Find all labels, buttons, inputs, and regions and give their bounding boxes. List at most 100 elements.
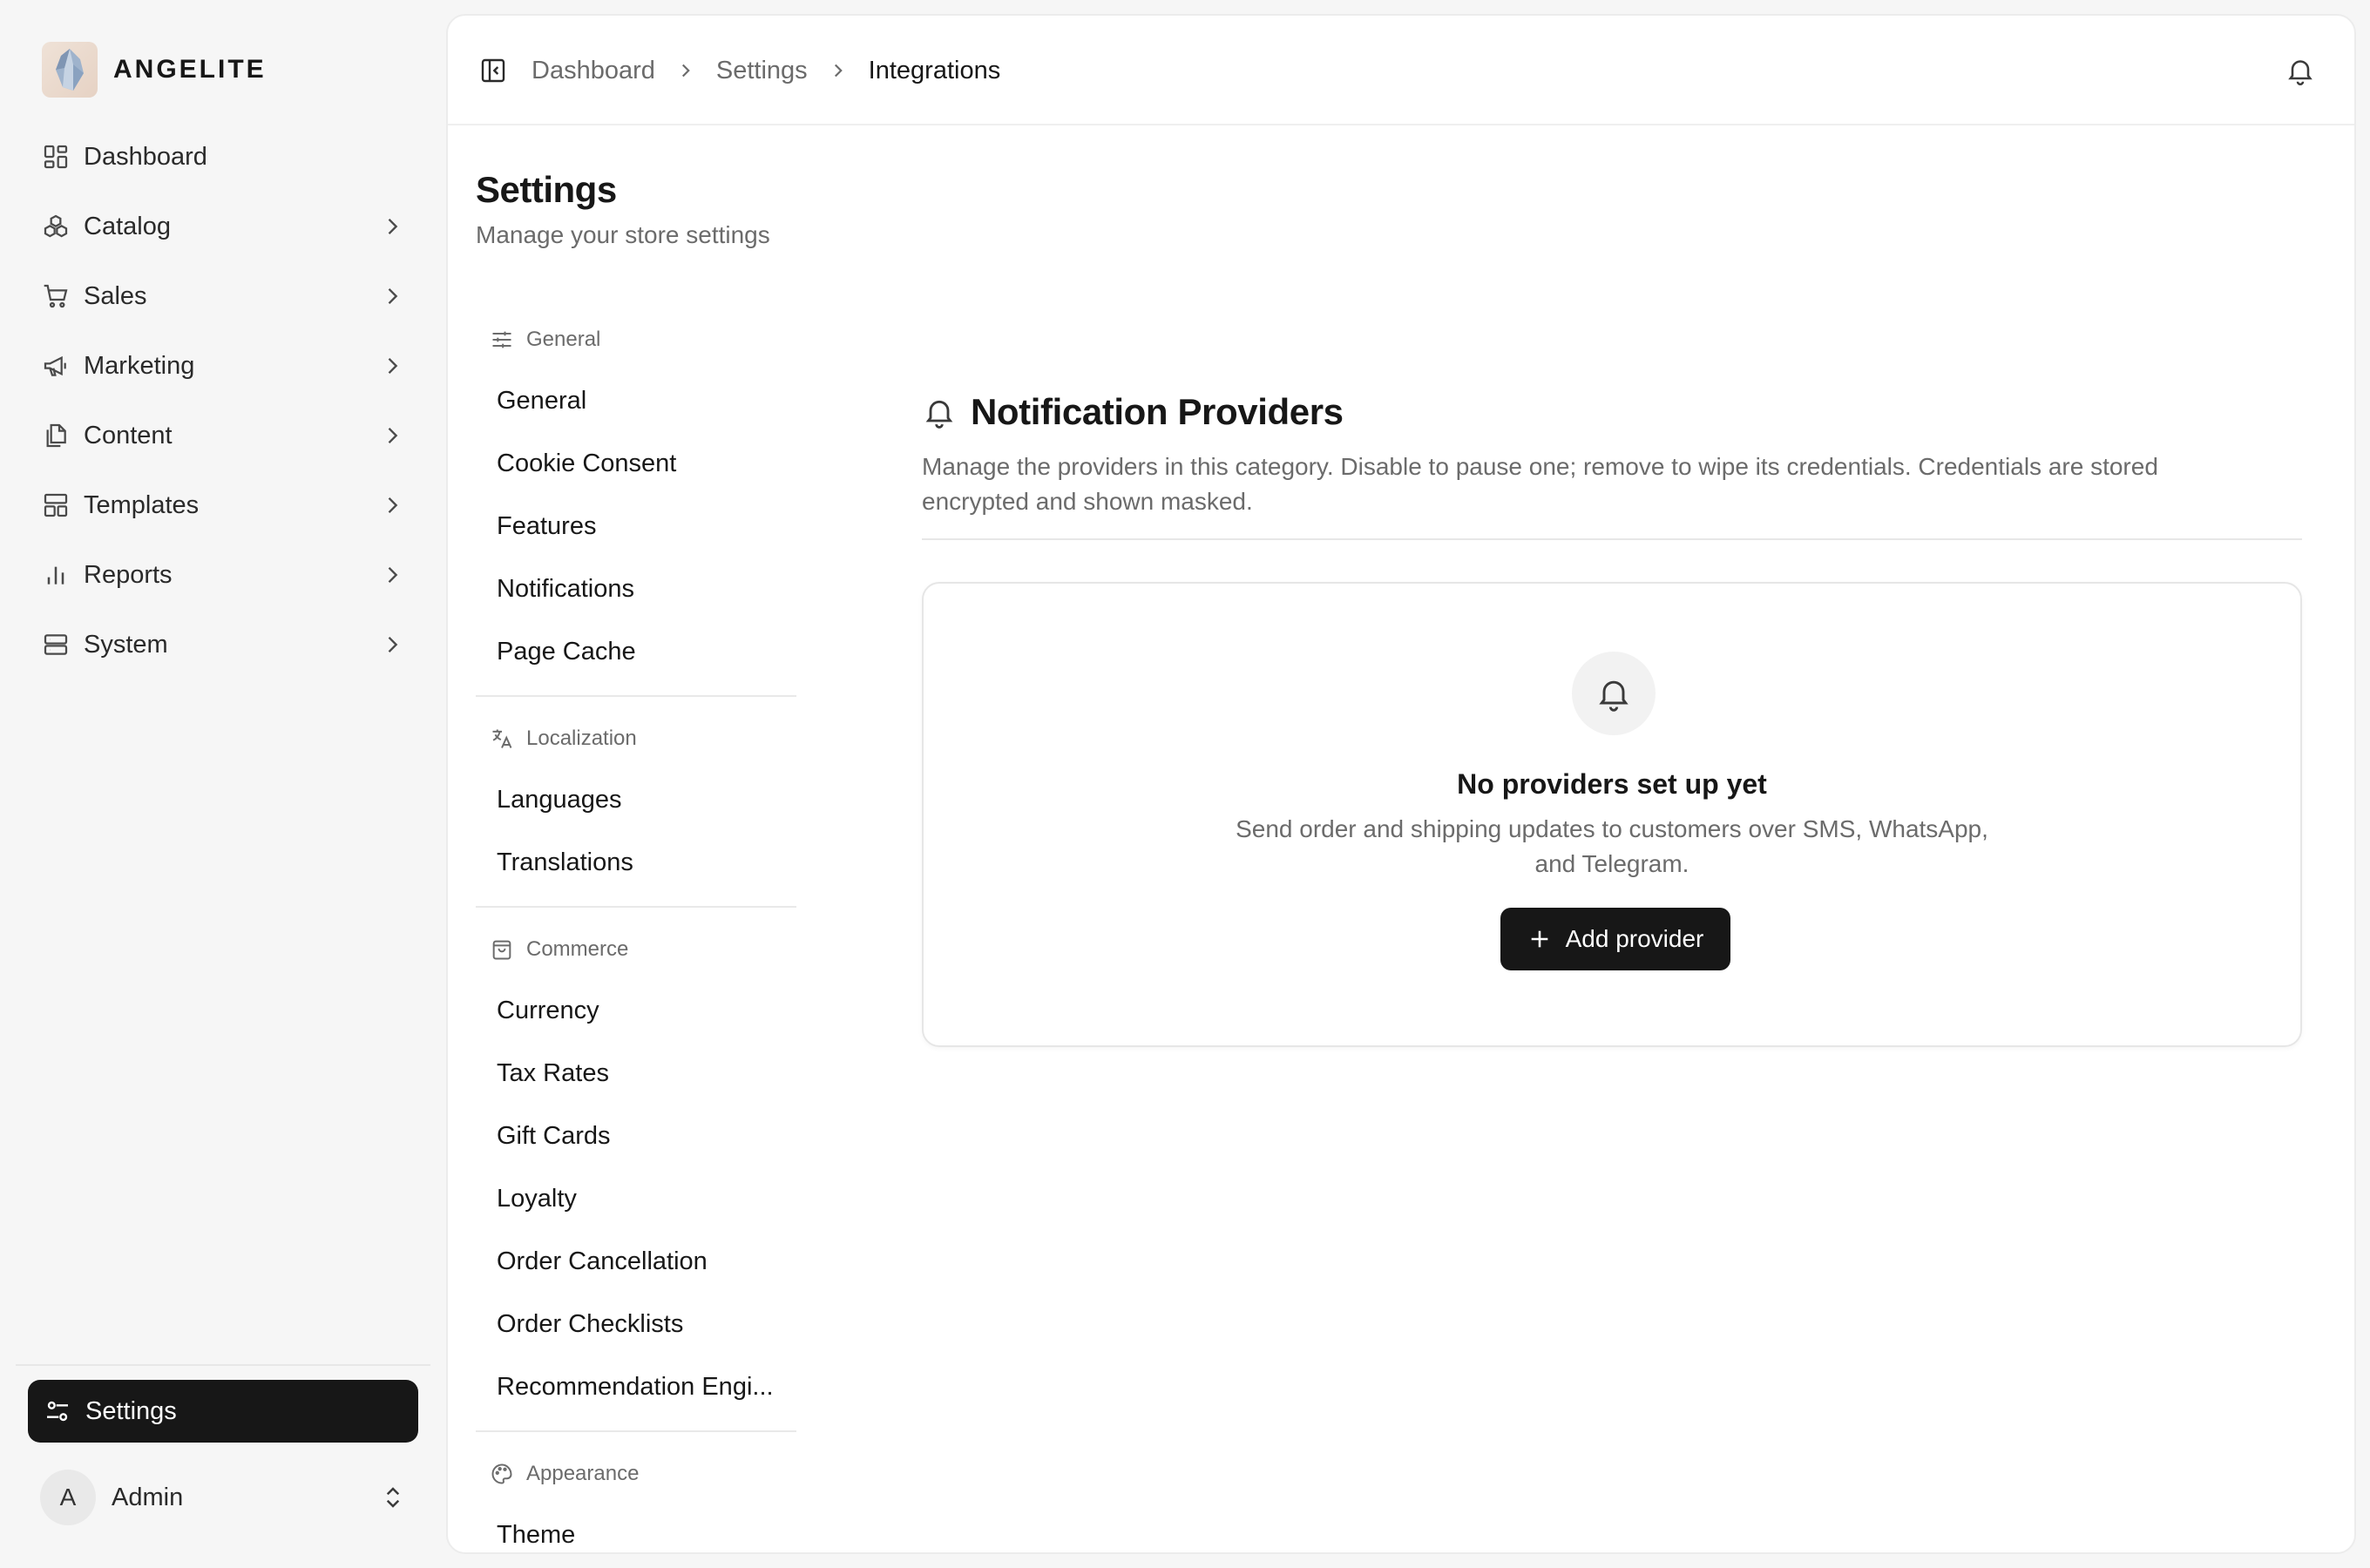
menu-divider: [476, 1430, 796, 1432]
chevron-right-icon: [834, 64, 843, 78]
menu-divider: [476, 906, 796, 908]
chevron-right-icon: [388, 288, 398, 304]
nav-item-system[interactable]: System: [28, 610, 418, 679]
menu-group-title: General: [526, 328, 601, 351]
chevron-right-icon: [388, 428, 398, 443]
section-title: Notification Providers: [971, 391, 1344, 432]
shopping-bag-icon: [492, 940, 511, 960]
menu-item-currency[interactable]: Currency: [476, 979, 796, 1042]
menu-group-title: Commerce: [526, 937, 629, 961]
chevron-right-icon: [388, 567, 398, 583]
section-description: Manage the providers in this category. D…: [922, 453, 2158, 515]
nav-label: Content: [84, 421, 173, 449]
settings-sliders-icon: [47, 1401, 68, 1422]
plus-icon: [1531, 930, 1547, 948]
menu-item-general[interactable]: General: [476, 369, 796, 432]
cart-icon: [44, 284, 68, 308]
menu-item-cookie-consent[interactable]: Cookie Consent: [476, 432, 796, 495]
documents-icon: [46, 423, 66, 448]
sliders-icon: [492, 331, 511, 348]
settings-menu: General General Cookie Consent Features …: [476, 310, 796, 1552]
empty-state-description: Send order and shipping updates to custo…: [1236, 815, 1988, 877]
menu-group-title: Localization: [526, 727, 637, 750]
menu-item-page-cache[interactable]: Page Cache: [476, 620, 796, 683]
dashboard-icon: [44, 145, 68, 169]
nav-item-reports[interactable]: Reports: [28, 540, 418, 610]
bell-icon: [1599, 680, 1629, 712]
breadcrumb-settings[interactable]: Settings: [716, 57, 808, 85]
menu-group-localization: Localization: [476, 709, 796, 768]
nav-label: Settings: [85, 1396, 177, 1425]
nav-item-dashboard[interactable]: Dashboard: [28, 122, 418, 192]
page-title: Settings: [476, 169, 617, 210]
app-sidebar: ANGELITE Dashboard Catalog Sales Marketi…: [0, 0, 444, 1568]
brand[interactable]: ANGELITE: [42, 42, 267, 98]
nav-item-content[interactable]: Content: [28, 401, 418, 470]
sidebar-toggle-icon[interactable]: [479, 57, 507, 84]
palette-icon: [491, 1463, 512, 1484]
menu-group-general: General: [476, 310, 796, 369]
menu-item-notifications[interactable]: Notifications: [476, 558, 796, 620]
brand-logo-icon: [42, 42, 98, 98]
nav-item-catalog[interactable]: Catalog: [28, 192, 418, 261]
notifications-bell-icon[interactable]: [2285, 55, 2316, 86]
nav-label: Reports: [84, 560, 173, 589]
menu-group-appearance: Appearance: [476, 1444, 796, 1504]
page-subtitle: Manage your store settings: [476, 221, 770, 248]
nav-label: Catalog: [84, 212, 171, 240]
user-name: Admin: [112, 1483, 184, 1511]
chevrons-up-down-icon: [386, 1487, 400, 1508]
breadcrumb: Dashboard Settings Integrations: [532, 16, 1000, 125]
nav-item-marketing[interactable]: Marketing: [28, 331, 418, 401]
empty-state-title: No providers set up yet: [1457, 768, 1767, 800]
add-provider-button[interactable]: Add provider: [1500, 908, 1730, 970]
nav-label: Dashboard: [84, 142, 207, 171]
menu-item-tax-rates[interactable]: Tax Rates: [476, 1042, 796, 1105]
empty-state-icon-badge: [1572, 652, 1656, 735]
chevron-right-icon: [388, 637, 398, 652]
menu-item-order-cancellation[interactable]: Order Cancellation: [476, 1230, 796, 1293]
menu-group-title: Appearance: [526, 1462, 640, 1485]
section-header: Notification Providers: [922, 380, 2302, 444]
menu-divider: [476, 695, 796, 697]
bell-icon: [925, 400, 953, 429]
menu-item-loyalty[interactable]: Loyalty: [476, 1167, 796, 1230]
main-panel: Dashboard Settings Integrations Settings…: [446, 14, 2356, 1554]
brand-name: ANGELITE: [113, 55, 267, 84]
menu-item-gift-cards[interactable]: Gift Cards: [476, 1105, 796, 1167]
menu-item-translations[interactable]: Translations: [476, 831, 796, 894]
menu-item-recommendation-engine[interactable]: Recommendation Engi...: [476, 1355, 796, 1418]
add-provider-label: Add provider: [1565, 925, 1704, 952]
nav-label: Templates: [84, 490, 200, 519]
menu-item-order-checklists[interactable]: Order Checklists: [476, 1293, 796, 1355]
avatar: A: [40, 1470, 96, 1525]
catalog-icon: [44, 214, 68, 238]
translate-icon: [492, 729, 512, 748]
megaphone-icon: [44, 355, 66, 376]
section-divider: [922, 538, 2302, 540]
nav-label: Marketing: [84, 351, 195, 380]
nav-item-templates[interactable]: Templates: [28, 470, 418, 540]
menu-item-features[interactable]: Features: [476, 495, 796, 558]
templates-icon: [44, 493, 68, 517]
menu-item-languages[interactable]: Languages: [476, 768, 796, 831]
chevron-right-icon: [388, 358, 398, 374]
breadcrumb-integrations: Integrations: [868, 56, 1001, 84]
menu-group-commerce: Commerce: [476, 920, 796, 979]
chevron-right-icon: [681, 64, 690, 78]
breadcrumb-dashboard[interactable]: Dashboard: [532, 57, 655, 85]
sidebar-divider: [16, 1364, 430, 1366]
nav-item-sales[interactable]: Sales: [28, 261, 418, 331]
menu-item-theme[interactable]: Theme: [476, 1504, 796, 1552]
bar-chart-icon: [47, 566, 64, 585]
server-icon: [44, 634, 68, 655]
empty-state-card: No providers set up yet Send order and s…: [922, 582, 2302, 1047]
topbar: Dashboard Settings Integrations: [448, 16, 2354, 125]
chevron-right-icon: [388, 497, 398, 513]
nav-label: System: [84, 630, 168, 659]
nav-label: Sales: [84, 281, 147, 310]
notification-providers-section: Notification Providers Manage the provid…: [922, 380, 2302, 1047]
main-nav: Dashboard Catalog Sales Marketing Conten…: [28, 122, 418, 679]
user-menu[interactable]: A Admin: [28, 1469, 418, 1526]
nav-item-settings[interactable]: Settings: [28, 1380, 418, 1443]
